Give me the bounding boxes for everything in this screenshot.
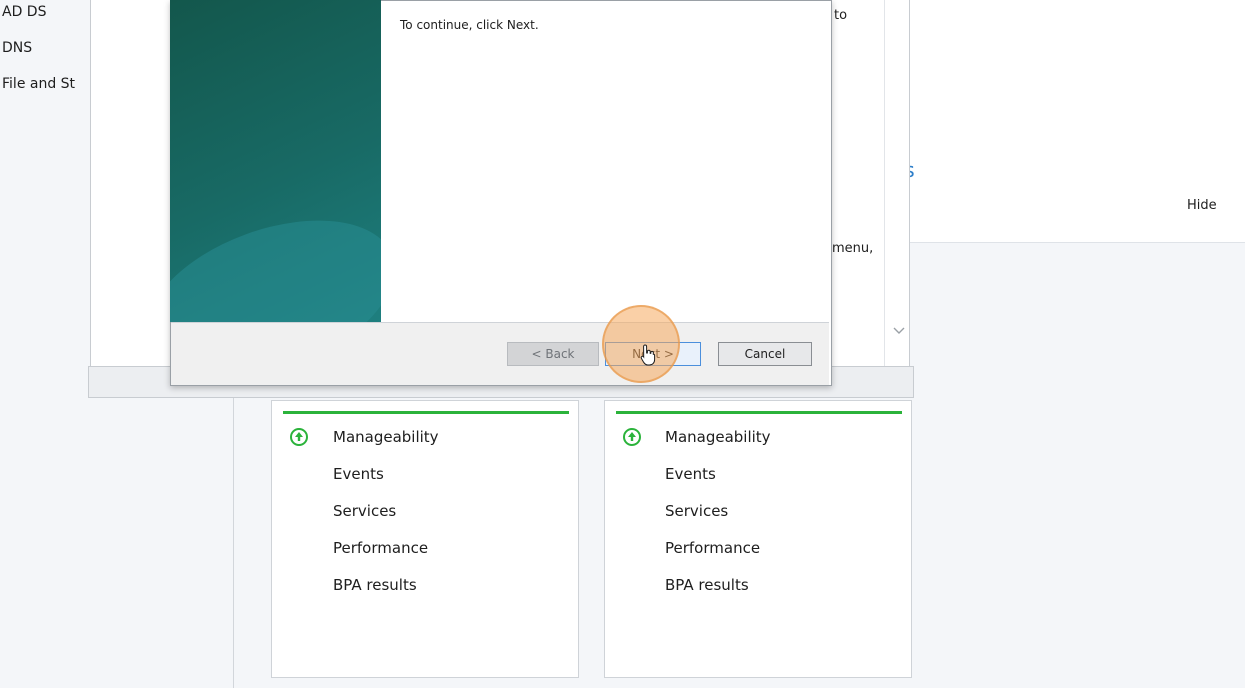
tile-performance[interactable]: Performance: [665, 539, 760, 557]
tile-events[interactable]: Events: [333, 465, 384, 483]
dialog-banner-image: [170, 0, 381, 322]
tile-status-bar: [283, 411, 569, 414]
tile-status-bar: [616, 411, 902, 414]
hide-link[interactable]: Hide: [1187, 198, 1217, 213]
tile-bpa-results[interactable]: BPA results: [333, 576, 417, 594]
host-scrollbar[interactable]: [884, 0, 909, 366]
back-button[interactable]: < Back: [507, 342, 599, 366]
tile-services[interactable]: Services: [665, 502, 728, 520]
cancel-button[interactable]: Cancel: [718, 342, 812, 366]
tile-events[interactable]: Events: [665, 465, 716, 483]
nav-item-dns[interactable]: DNS: [2, 40, 32, 56]
nav-item-file-storage[interactable]: File and St: [2, 76, 75, 92]
content-divider: [233, 396, 234, 688]
tile-services[interactable]: Services: [333, 502, 396, 520]
tile-performance[interactable]: Performance: [333, 539, 428, 557]
up-arrow-circle-icon: [623, 428, 641, 446]
banner-wave: [170, 189, 381, 322]
nav-item-ad-ds[interactable]: AD DS: [2, 4, 46, 20]
left-navigation: AD DS DNS File and St: [0, 0, 100, 688]
up-arrow-circle-icon: [290, 428, 308, 446]
tile-bpa-results[interactable]: BPA results: [665, 576, 749, 594]
tile-manageability[interactable]: Manageability: [665, 428, 771, 446]
host-text-fragment: menu,: [832, 241, 874, 256]
tile-manageability[interactable]: Manageability: [333, 428, 439, 446]
continue-instruction: To continue, click Next.: [400, 18, 539, 32]
chevron-down-icon[interactable]: [893, 324, 905, 339]
hand-pointer-icon: [640, 344, 656, 366]
host-text-fragment: to: [834, 8, 848, 23]
